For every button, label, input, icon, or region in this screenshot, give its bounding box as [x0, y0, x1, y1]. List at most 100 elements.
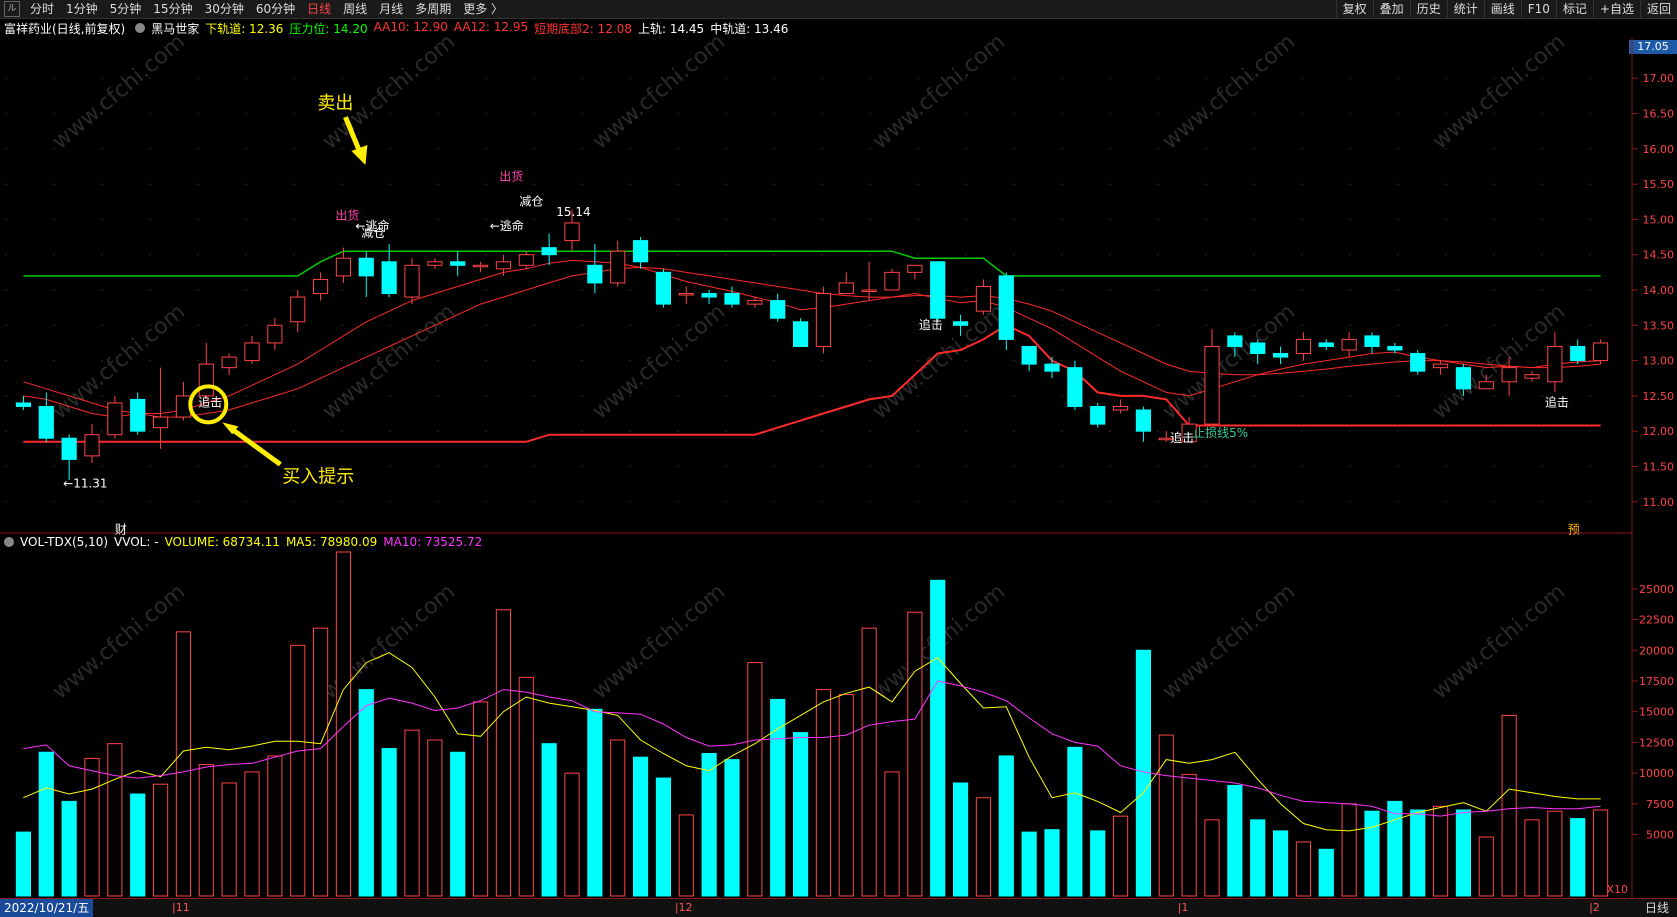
grid-dot — [101, 77, 103, 79]
grid-dot — [1589, 218, 1591, 221]
grid-dot — [485, 430, 487, 432]
jiancang-label-2: 减仓 — [519, 194, 543, 208]
grid-dot — [1541, 254, 1543, 256]
grid-dot — [821, 465, 823, 468]
grid-dot — [869, 77, 871, 79]
grid-dot — [677, 112, 679, 115]
grid-dot — [1061, 77, 1063, 79]
grid-dot — [5, 254, 7, 256]
grid-dot — [581, 254, 583, 256]
grid-dot — [1541, 430, 1543, 432]
grid-dot — [389, 148, 391, 150]
grid-dot — [965, 465, 967, 468]
grid-dot — [1493, 148, 1495, 150]
grid-dot — [293, 148, 295, 150]
grid-dot — [581, 112, 583, 115]
grid-dot — [1013, 395, 1015, 397]
grid-dot — [437, 501, 439, 503]
grid-dot — [869, 218, 871, 221]
volume-bar — [107, 743, 123, 897]
grid-dot — [1301, 430, 1303, 432]
candle-body — [335, 257, 352, 277]
grid-dot — [197, 324, 199, 326]
volume-bar — [1410, 809, 1426, 897]
grid-dot — [1493, 183, 1495, 185]
grid-dot — [1061, 430, 1063, 432]
grid-dot — [197, 430, 199, 432]
grid-dot — [629, 395, 631, 397]
volume-bar — [1364, 810, 1380, 897]
volume-bar — [404, 729, 420, 897]
grid-dot — [1589, 254, 1591, 256]
volume-bar — [930, 579, 946, 897]
grid-dot — [1109, 148, 1111, 150]
candle-body — [632, 240, 649, 263]
grid-dot — [677, 148, 679, 150]
grid-dot — [1541, 112, 1543, 115]
grid-dot — [725, 183, 727, 185]
grid-dot — [533, 395, 535, 397]
grid-dot — [1109, 218, 1111, 221]
grid-dot — [1493, 501, 1495, 503]
watermark: www.cfchi.com — [1158, 29, 1300, 154]
candle-body — [815, 293, 832, 347]
candle-body — [1295, 338, 1312, 355]
grid-dot — [965, 289, 967, 291]
grid-dot — [1349, 218, 1351, 221]
volume-bar — [130, 793, 146, 897]
grid-dot — [1493, 112, 1495, 115]
grid-dot — [1109, 112, 1111, 115]
grid-dot — [629, 465, 631, 468]
grid-dot — [245, 218, 247, 221]
grid-dot — [437, 254, 439, 256]
grid-dot — [1493, 254, 1495, 256]
grid-dot — [101, 183, 103, 185]
grid-dot — [53, 112, 55, 115]
candle-body — [450, 261, 466, 266]
grid-dot — [1013, 465, 1015, 468]
grid-dot — [1301, 148, 1303, 150]
grid-dot — [773, 324, 775, 326]
grid-dot — [965, 395, 967, 397]
candle-body — [701, 293, 717, 298]
grid-dot — [485, 218, 487, 221]
grid-dot — [869, 430, 871, 432]
grid-dot — [1013, 77, 1015, 79]
grid-dot — [485, 254, 487, 256]
grid-dot — [1205, 183, 1207, 185]
candle-body — [427, 261, 443, 266]
grid-dot — [869, 112, 871, 115]
grid-dot — [53, 465, 55, 468]
grid-dot — [341, 254, 343, 256]
grid-dot — [197, 112, 199, 115]
grid-dot — [725, 254, 727, 256]
grid-dot — [1157, 77, 1159, 79]
grid-dot — [53, 324, 55, 326]
stock-chart[interactable]: www.cfchi.com www.cfchi.com www.cfchi.com w… — [0, 0, 1677, 916]
watermark: www.cfchi.com — [48, 579, 190, 704]
grid-dot — [5, 430, 7, 432]
ma-line-1 — [23, 259, 1601, 418]
yu-marker: 预 — [1568, 523, 1580, 537]
volume-bar — [267, 755, 283, 897]
candle-body — [107, 402, 123, 436]
zhuiji-label-4: 追击 — [1545, 394, 1569, 409]
cai-marker: 财 — [115, 523, 127, 537]
grid-dot — [581, 148, 583, 150]
grid-dot — [629, 430, 631, 432]
zhuiji-label-3: 追击 — [1170, 430, 1194, 445]
grid-dot — [1589, 395, 1591, 397]
vol-tick-label: 22500 — [1639, 614, 1674, 627]
price-tick-label: 12.00 — [1643, 425, 1675, 438]
grid-dot — [677, 395, 679, 397]
grid-dot — [1061, 359, 1063, 362]
grid-dot — [1589, 289, 1591, 291]
grid-dot — [389, 183, 391, 185]
grid-dot — [485, 324, 487, 326]
grid-dot — [1301, 324, 1303, 326]
grid-dot — [341, 501, 343, 503]
grid-dot — [341, 77, 343, 79]
grid-dot — [149, 289, 151, 291]
grid-dot — [1493, 359, 1495, 362]
grid-dot — [149, 430, 151, 432]
